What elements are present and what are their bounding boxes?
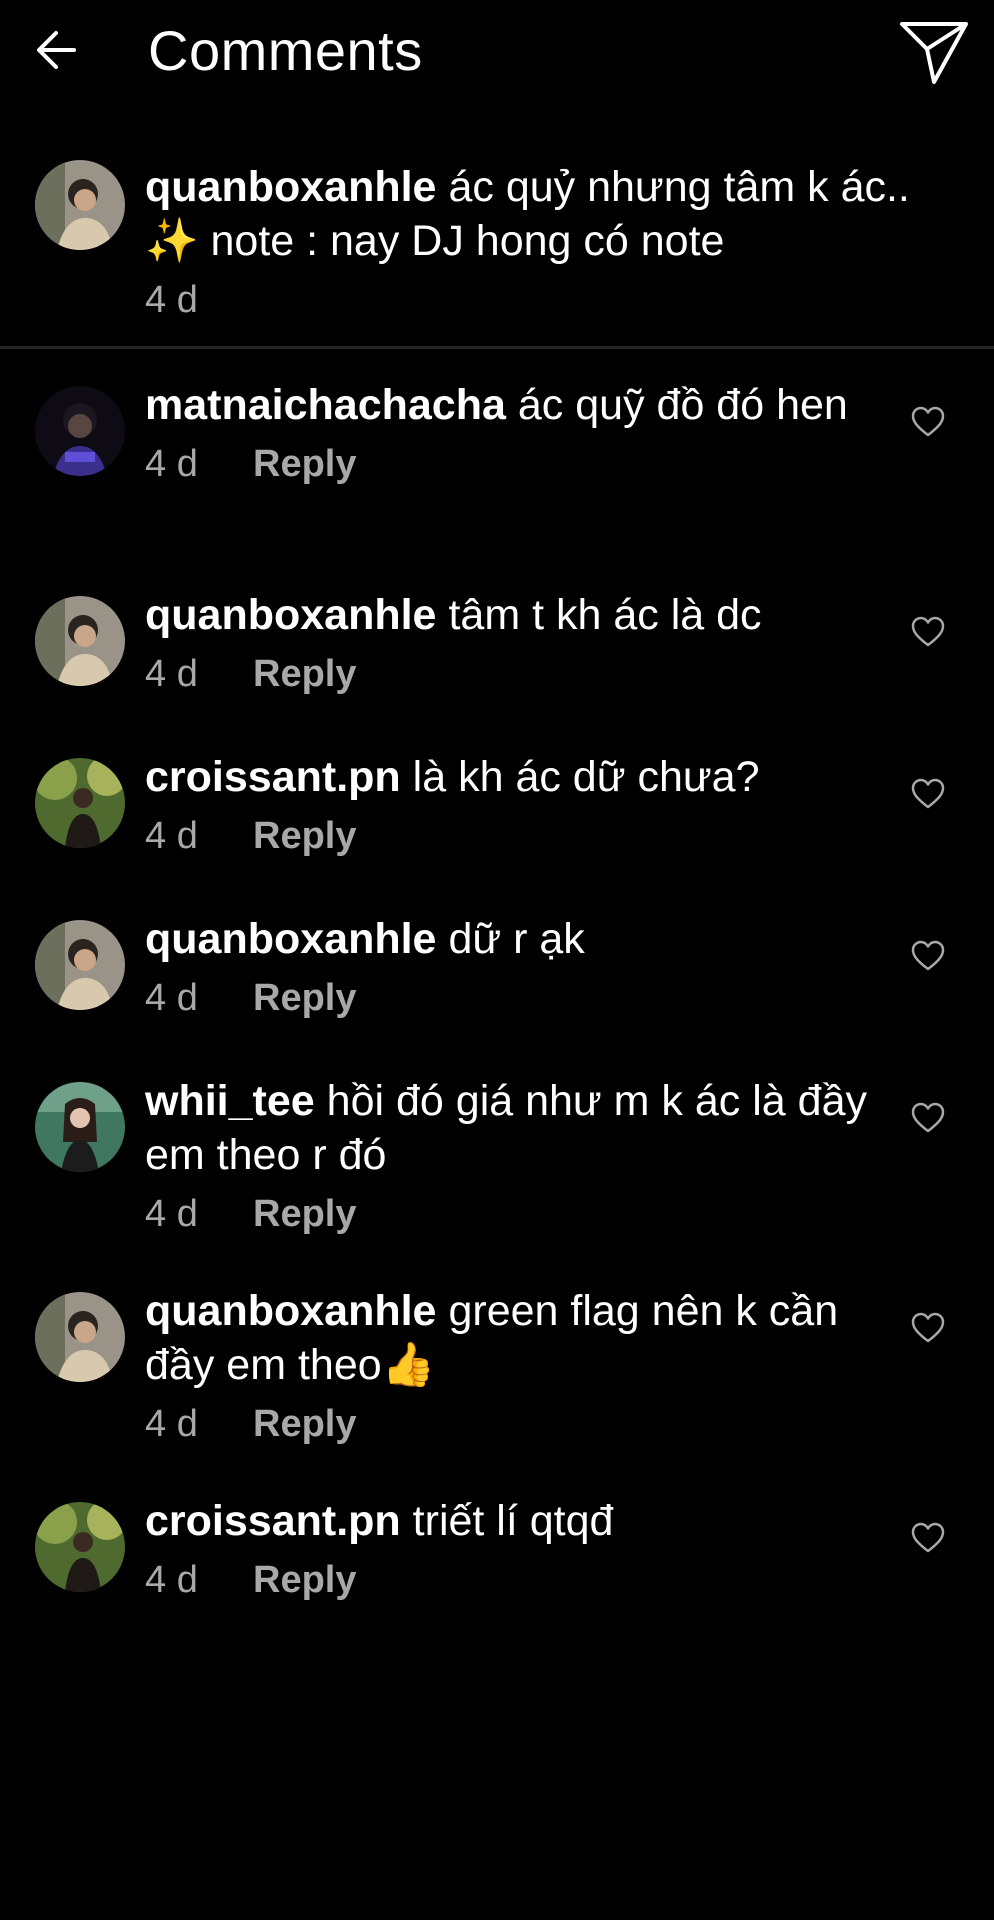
heart-outline-icon[interactable] <box>910 614 946 650</box>
share-button[interactable] <box>898 20 970 86</box>
comment-meta: 4 d Reply <box>145 1398 905 1450</box>
comment-text: triết lí qtqđ <box>412 1497 614 1545</box>
comment-username[interactable]: whii_tee <box>145 1077 315 1125</box>
heart-outline-icon[interactable] <box>910 1310 946 1346</box>
comment-username[interactable]: croissant.pn <box>145 1497 401 1545</box>
avatar[interactable] <box>35 1502 125 1592</box>
comment-username[interactable]: quanboxanhle <box>145 915 436 963</box>
heart-outline-icon[interactable] <box>910 938 946 974</box>
avatar[interactable] <box>35 386 125 476</box>
caption-username[interactable]: quanboxanhle <box>145 163 436 211</box>
comment-meta: 4 d Reply <box>145 648 905 700</box>
top-bar: Comments <box>0 0 994 110</box>
reply-button[interactable]: Reply <box>253 815 356 857</box>
heart-outline-icon[interactable] <box>910 1100 946 1136</box>
avatar[interactable] <box>35 758 125 848</box>
comment-timestamp: 4 d <box>145 1559 198 1601</box>
comment-timestamp: 4 d <box>145 977 198 1019</box>
comment-text: dữ r ạk <box>448 915 585 963</box>
avatar[interactable] <box>35 920 125 1010</box>
comment-text: là kh ác dữ chưa? <box>412 753 760 801</box>
caption-timestamp: 4 d <box>145 279 198 321</box>
comment-meta: 4 d Reply <box>145 1554 905 1606</box>
reply-button[interactable]: Reply <box>253 653 356 695</box>
comment-body: whii_tee hồi đó giá như m k ác là đầy em … <box>145 1074 905 1240</box>
reply-button[interactable]: Reply <box>253 977 356 1019</box>
comment-timestamp: 4 d <box>145 1403 198 1445</box>
caption-body: quanboxanhle ác quỷ nhưng tâm k ác.. ✨ no… <box>145 160 910 326</box>
reply-button[interactable]: Reply <box>253 1559 356 1601</box>
post-caption: quanboxanhle ác quỷ nhưng tâm k ác.. ✨ no… <box>0 150 994 345</box>
back-button[interactable] <box>30 22 86 78</box>
avatar[interactable] <box>35 596 125 686</box>
reply-button[interactable]: Reply <box>253 1193 356 1235</box>
comment-body: quanboxanhle tâm t kh ác là dc 4 d Reply <box>145 588 905 700</box>
comment-username[interactable]: croissant.pn <box>145 753 401 801</box>
comment-body: croissant.pn triết lí qtqđ 4 d Reply <box>145 1494 905 1606</box>
comment-timestamp: 4 d <box>145 1193 198 1235</box>
heart-outline-icon[interactable] <box>910 1520 946 1556</box>
comment-body: croissant.pn là kh ác dữ chưa? 4 d Reply <box>145 750 905 862</box>
comment-meta: 4 d Reply <box>145 1188 905 1240</box>
reply-button[interactable]: Reply <box>253 1403 356 1445</box>
comment-meta: 4 d Reply <box>145 810 905 862</box>
arrow-left-icon <box>37 31 76 69</box>
heart-outline-icon[interactable] <box>910 404 946 440</box>
divider <box>0 346 994 349</box>
comment-timestamp: 4 d <box>145 653 198 695</box>
comment-text: tâm t kh ác là dc <box>448 591 762 639</box>
heart-outline-icon[interactable] <box>910 776 946 812</box>
reply-button[interactable]: Reply <box>253 443 356 485</box>
paper-plane-icon <box>900 22 968 84</box>
comment-text: ác quỹ đồ đó hen <box>517 381 848 429</box>
avatar[interactable] <box>35 160 125 250</box>
comment-meta: 4 d Reply <box>145 438 905 490</box>
comment-username[interactable]: quanboxanhle <box>145 1287 436 1335</box>
comment-body: quanboxanhle dữ r ạk 4 d Reply <box>145 912 905 1024</box>
comment-username[interactable]: matnaichachacha <box>145 381 506 429</box>
comment-meta: 4 d Reply <box>145 972 905 1024</box>
comment-body: matnaichachacha ác quỹ đồ đó hen 4 d Reply <box>145 378 905 490</box>
comment-timestamp: 4 d <box>145 815 198 857</box>
avatar[interactable] <box>35 1082 125 1172</box>
comment-body: quanboxanhle green flag nên k cần đầy em … <box>145 1284 905 1450</box>
avatar[interactable] <box>35 1292 125 1382</box>
page-title: Comments <box>148 19 423 82</box>
caption-meta: 4 d <box>145 274 905 326</box>
comment-username[interactable]: quanboxanhle <box>145 591 436 639</box>
comment-timestamp: 4 d <box>145 443 198 485</box>
